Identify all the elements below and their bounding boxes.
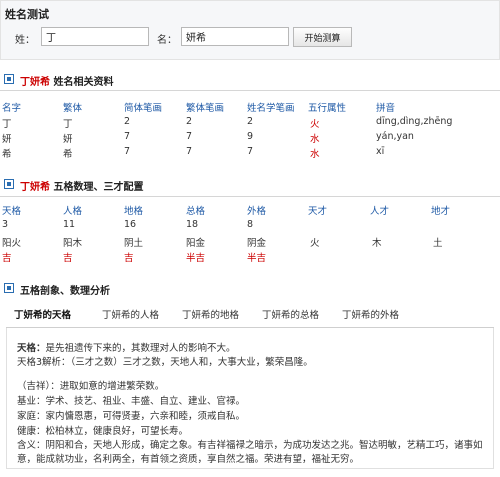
table-cell: 7 [186,146,193,157]
table-cell: 半吉 [186,253,206,264]
section-square-icon [4,74,14,84]
table-cell: 7 [124,146,131,157]
section-name-info: 丁妍希 姓名相关资料 [0,71,500,89]
given-name-input[interactable] [181,27,289,46]
panel-line: 含义：阴阳和合，天地人形成，确定之象。有吉祥福禄之暗示，为成功发达之兆。智达明敏… [17,440,483,451]
table-cell: 8 [247,219,254,230]
table-cell: 吉 [2,253,12,264]
table-header: 五行属性 [308,103,347,114]
table-header: 天格 [2,206,22,217]
table-cell: 半吉 [247,253,267,264]
table-cell: 9 [247,131,254,142]
table-cell: 丁 [2,119,12,130]
panel-label: 天格： [17,343,46,354]
table-header: 繁体笔画 [186,103,225,114]
table-cell: 11 [63,219,76,230]
table-header: 姓名学笔画 [247,103,295,114]
section-title: 姓名相关资料 [53,77,114,88]
panel-line: （吉祥）：进取如意的增进繁荣数。 [17,381,165,392]
table-cell: 妍 [2,134,12,145]
table-cell: 2 [247,116,254,127]
table-cell: 18 [186,219,199,230]
divider [0,90,500,91]
table-cell: 7 [124,131,131,142]
section-name: 丁妍希 [20,77,50,88]
section-square-icon [4,283,14,293]
table-header: 地格 [124,206,144,217]
table-cell: 丁 [63,119,73,130]
table-header: 简体笔画 [124,103,163,114]
table-cell: 3 [2,219,9,230]
table-header: 天才 [308,206,328,217]
tab-ren-ge[interactable]: 丁妍希的人格 [102,305,159,327]
surname-input[interactable] [41,27,149,46]
given-name-label: 名： [157,35,177,46]
table-cell: 火 [310,238,320,249]
table-cell: 7 [186,131,193,142]
table-cell: 水 [310,134,320,145]
table-cell: 7 [247,146,254,157]
surname-label: 姓： [15,35,35,46]
analysis-panel: 天格：是先祖遗传下来的，其数理对人的影响不大。 天格3解析：（三才之数）三才之数… [6,328,494,469]
panel-line: 天格：是先祖遗传下来的，其数理对人的影响不大。 [17,343,236,354]
section-analysis: 五格剖象、数理分析 [0,280,500,298]
table-cell: 木 [372,238,382,249]
section-title: 五格剖象、数理分析 [20,286,110,297]
table-cell: 2 [186,116,193,127]
table-cell: 阴土 [124,238,144,249]
panel-line: 天格3解析：（三才之数）三才之数，天地人和，大事大业，繁荣昌隆。 [17,357,313,368]
table-header: 外格 [247,206,267,217]
table-header: 总格 [186,206,206,217]
tab-zong-ge[interactable]: 丁妍希的总格 [262,305,319,327]
table-header: 拼音 [376,103,396,114]
table-cell: yán,yan [376,131,414,142]
table-cell: 阳木 [63,238,83,249]
section-five-grids: 丁妍希 五格数理、三才配置 [0,176,500,194]
start-test-button[interactable]: 开始测算 [293,27,352,47]
table-cell: 阳火 [2,238,22,249]
table-cell: dīng,dìng,zhēng [376,116,453,127]
table-cell: 希 [63,149,73,160]
table-cell: 吉 [63,253,73,264]
table-cell: 阳金 [186,238,206,249]
table-cell: 吉 [124,253,134,264]
table-cell: 2 [124,116,131,127]
section-square-icon [4,179,14,189]
table-cell: xī [376,146,385,157]
panel-line: 意，能成就功业，名利两全，有首领之资质，享自然之福。荣进有望，福祉无穷。 [17,454,360,465]
tab-wai-ge[interactable]: 丁妍希的外格 [342,305,399,327]
table-cell: 16 [124,219,137,230]
table-cell: 希 [2,149,12,160]
table-cell: 妍 [63,134,73,145]
table-header: 繁体 [63,103,83,114]
panel-line: 家庭：家内慵恩惠，可得贤妻，六亲和睦，须戒自私。 [17,411,246,422]
table-cell: 土 [433,238,443,249]
table-cell: 水 [310,149,320,160]
panel-line: 健康：松柏林立，健康良好，可望长寿。 [17,426,189,437]
table-cell: 阴金 [247,238,267,249]
table-header: 人格 [63,206,83,217]
form-title: 姓名测试 [5,8,49,21]
divider [0,196,500,197]
name-test-form: 姓名测试 姓： 名： 开始测算 [0,0,500,60]
section-name: 丁妍希 [20,182,50,193]
table-header: 名字 [2,103,22,114]
analysis-tabs: 丁妍希的天格 丁妍希的人格 丁妍希的地格 丁妍希的总格 丁妍希的外格 [6,305,494,328]
tab-tian-ge[interactable]: 丁妍希的天格 [14,305,71,327]
section-title: 五格数理、三才配置 [53,182,144,193]
table-cell: 火 [310,119,320,130]
tab-di-ge[interactable]: 丁妍希的地格 [182,305,239,327]
panel-line: 基业：学术、技艺、祖业、丰盛、自立、建业、官禄。 [17,396,246,407]
table-header: 地才 [431,206,451,217]
table-header: 人才 [370,206,390,217]
